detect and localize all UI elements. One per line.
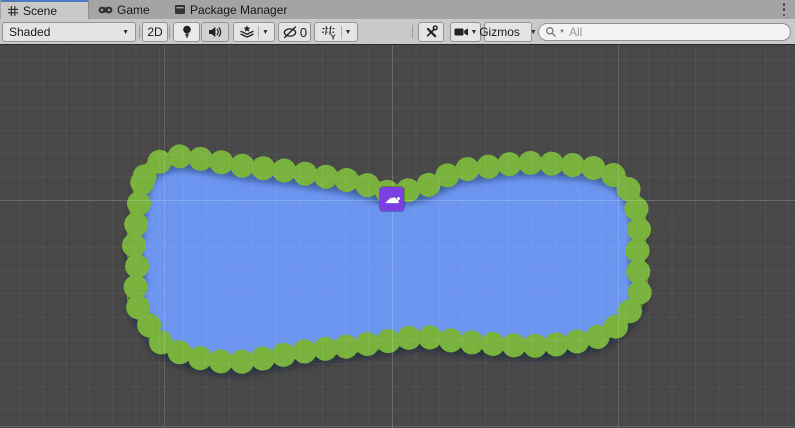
chevron-down-icon: ▼ [530, 29, 537, 36]
scene-camera-dropdown[interactable]: ▼ [450, 22, 481, 42]
cloud-sprite-dot [397, 197, 400, 200]
toolbar-separator [139, 25, 140, 38]
toolbar-separator [169, 25, 170, 38]
search-filter-caret-icon: ▼ [559, 29, 565, 35]
draw-mode-label: Shaded [9, 25, 50, 39]
button-divider [341, 26, 342, 39]
spriteshape-gameobject-icon[interactable]: ☁ [380, 187, 404, 211]
chevron-down-icon: ▼ [345, 29, 352, 36]
spriteshape-blob[interactable] [0, 45, 795, 428]
kebab-icon[interactable] [779, 3, 789, 16]
scene-visibility-button[interactable]: 0 [278, 22, 311, 42]
grid-axis-icon: Y [321, 25, 338, 40]
customize-tools-button[interactable] [418, 22, 444, 42]
scene-lighting-button[interactable] [173, 22, 200, 42]
fx-icon [239, 25, 255, 39]
tab-scene[interactable]: Scene [1, 0, 89, 19]
grid-settings-dropdown[interactable]: Y ▼ [314, 22, 358, 42]
scene-viewport[interactable]: ☁ [0, 45, 795, 428]
lightbulb-icon [182, 25, 192, 39]
package-icon [174, 4, 186, 15]
gizmos-label: Gizmos [479, 25, 520, 39]
tab-scene-label: Scene [23, 4, 57, 18]
gizmos-dropdown[interactable]: Gizmos ▼ [484, 22, 532, 42]
chevron-down-icon: ▼ [122, 29, 129, 36]
effects-dropdown-button[interactable]: ▼ [233, 22, 275, 42]
scene-audio-button[interactable] [201, 22, 229, 42]
draw-mode-dropdown[interactable]: Shaded ▼ [2, 22, 136, 42]
button-divider [258, 26, 259, 39]
wrench-icon [424, 25, 438, 39]
tab-game[interactable]: Game [92, 0, 158, 19]
chevron-down-icon: ▼ [471, 29, 478, 36]
tab-bar: Scene Game Package Manager [0, 0, 795, 19]
toolbar-separator [412, 25, 413, 38]
scene-search-field[interactable]: ▼ [538, 23, 791, 41]
eye-slash-icon [282, 26, 298, 39]
toggle-2d-button[interactable]: 2D [142, 22, 168, 42]
gamepad-icon [98, 6, 113, 14]
unity-scene-view-window: Scene Game Package Manager Shaded ▼ [0, 0, 795, 428]
scene-toolbar: Shaded ▼ 2D [0, 19, 795, 45]
tab-package-manager-label: Package Manager [190, 3, 287, 17]
tab-package-manager[interactable]: Package Manager [168, 0, 295, 19]
magnifier-icon [545, 26, 557, 38]
chevron-down-icon: ▼ [262, 29, 269, 36]
speaker-icon [208, 26, 222, 38]
search-input[interactable] [567, 24, 771, 40]
tab-game-label: Game [117, 3, 150, 17]
grid-axis-letter: Y [330, 32, 335, 39]
camera-icon [454, 27, 469, 37]
toggle-2d-label: 2D [147, 25, 162, 39]
scene-grid-icon [7, 5, 19, 17]
hidden-object-count: 0 [300, 25, 307, 40]
